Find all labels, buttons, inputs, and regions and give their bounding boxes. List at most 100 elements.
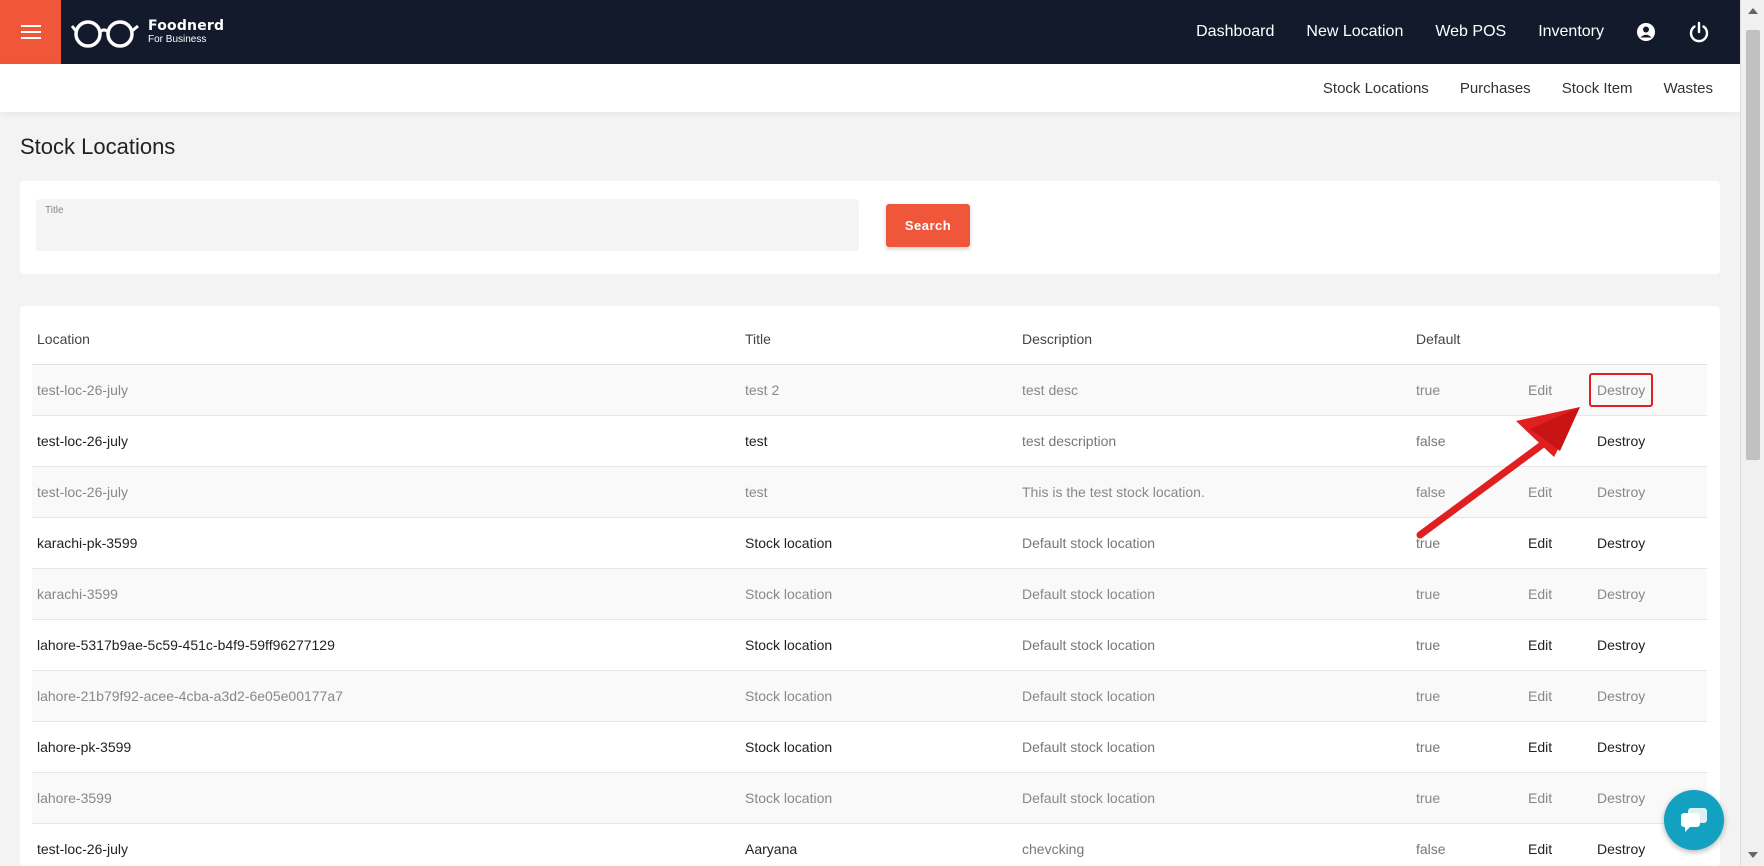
glasses-logo-icon (70, 20, 139, 48)
cell-title: Stock location (740, 721, 1017, 773)
cell-location: test-loc-26-july (32, 823, 740, 866)
destroy-link[interactable]: Destroy (1592, 721, 1707, 773)
cell-location: test-loc-26-july (32, 364, 740, 416)
cell-location: karachi-3599 (32, 568, 740, 620)
nav-new-location[interactable]: New Location (1306, 23, 1403, 41)
destroy-link[interactable]: Destroy (1592, 466, 1707, 518)
top-bar: Foodnerd For Business Dashboard New Loca… (0, 0, 1740, 64)
menu-icon (20, 25, 41, 39)
table-row: test-loc-26-july test test description f… (32, 415, 1707, 467)
page-scrollbar[interactable] (1740, 0, 1764, 866)
cell-location: test-loc-26-july (32, 466, 740, 518)
cell-default: true (1411, 619, 1523, 671)
edit-link[interactable]: Edit (1523, 721, 1592, 773)
cell-description: This is the test stock location. (1017, 466, 1411, 518)
brand-tagline: For Business (148, 34, 207, 45)
header-edit (1523, 306, 1592, 365)
cell-title: Stock location (740, 772, 1017, 824)
cell-description: Default stock location (1017, 670, 1411, 722)
edit-link[interactable]: Edit (1523, 823, 1592, 866)
top-nav: Dashboard New Location Web POS Inventory (1164, 0, 1710, 64)
edit-cell-empty (1523, 415, 1592, 467)
header-description: Description (1017, 306, 1411, 365)
subnav-wastes[interactable]: Wastes (1664, 80, 1713, 97)
edit-link[interactable]: Edit (1523, 670, 1592, 722)
subnav-purchases[interactable]: Purchases (1460, 80, 1531, 97)
search-button[interactable]: Search (886, 204, 970, 247)
stock-locations-table-card: Location Title Description Default test-… (20, 306, 1720, 866)
cell-default: true (1411, 517, 1523, 569)
cell-default: false (1411, 466, 1523, 518)
cell-location: karachi-pk-3599 (32, 517, 740, 569)
scroll-down-icon[interactable] (1748, 852, 1758, 858)
title-field-label: Title (45, 205, 64, 216)
cell-description: Default stock location (1017, 772, 1411, 824)
cell-title: Stock location (740, 619, 1017, 671)
menu-button[interactable] (0, 0, 61, 64)
cell-title: Aaryana (740, 823, 1017, 866)
subnav-stock-item[interactable]: Stock Item (1562, 80, 1633, 97)
cell-title: test (740, 415, 1017, 467)
power-icon[interactable] (1688, 21, 1710, 43)
table-row: lahore-21b79f92-acee-4cba-a3d2-6e05e0017… (32, 670, 1707, 722)
cell-default: true (1411, 568, 1523, 620)
brand-name: Foodnerd (148, 18, 225, 34)
sub-nav: Stock Locations Purchases Stock Item Was… (1292, 64, 1713, 112)
cell-location: lahore-21b79f92-acee-4cba-a3d2-6e05e0017… (32, 670, 740, 722)
header-default: Default (1411, 306, 1523, 365)
edit-link[interactable]: Edit (1523, 568, 1592, 620)
destroy-link[interactable]: Destroy (1592, 568, 1707, 620)
cell-description: Default stock location (1017, 517, 1411, 569)
destroy-link-highlighted[interactable]: Destroy (1589, 372, 1654, 407)
table-header-row: Location Title Description Default (32, 306, 1707, 365)
cell-description: test description (1017, 415, 1411, 467)
table-row: test-loc-26-july test This is the test s… (32, 466, 1707, 518)
title-field[interactable]: Title (36, 199, 859, 251)
cell-location: lahore-3599 (32, 772, 740, 824)
brand-logo[interactable]: Foodnerd For Business (70, 14, 224, 50)
nav-web-pos[interactable]: Web POS (1435, 23, 1506, 41)
cell-default: true (1411, 364, 1523, 416)
destroy-link[interactable]: Destroy (1592, 619, 1707, 671)
cell-default: true (1411, 721, 1523, 773)
cell-title: Stock location (740, 568, 1017, 620)
chat-icon (1681, 808, 1707, 832)
edit-link[interactable]: Edit (1523, 517, 1592, 569)
cell-title: Stock location (740, 517, 1017, 569)
cell-default: false (1411, 823, 1523, 866)
nav-inventory[interactable]: Inventory (1538, 23, 1604, 41)
stock-locations-table: Location Title Description Default test-… (32, 306, 1707, 866)
destroy-link[interactable]: Destroy (1592, 415, 1707, 467)
page-title: Stock Locations (20, 134, 176, 159)
cell-location: lahore-pk-3599 (32, 721, 740, 773)
header-location: Location (32, 306, 740, 365)
table-row: karachi-3599 Stock location Default stoc… (32, 568, 1707, 620)
cell-description: chevcking (1017, 823, 1411, 866)
chat-button[interactable] (1664, 790, 1724, 850)
edit-link[interactable]: Edit (1523, 619, 1592, 671)
nav-dashboard[interactable]: Dashboard (1196, 23, 1274, 41)
edit-link[interactable]: Edit (1523, 364, 1592, 416)
cell-title: test (740, 466, 1017, 518)
cell-default: true (1411, 772, 1523, 824)
destroy-cell: Destroy (1589, 364, 1707, 416)
table-row: lahore-pk-3599 Stock location Default st… (32, 721, 1707, 773)
sub-nav-bar: Stock Locations Purchases Stock Item Was… (0, 64, 1740, 112)
cell-location: lahore-5317b9ae-5c59-451c-b4f9-59ff96277… (32, 619, 740, 671)
account-icon[interactable] (1636, 22, 1656, 42)
destroy-link[interactable]: Destroy (1592, 517, 1707, 569)
cell-description: Default stock location (1017, 721, 1411, 773)
scroll-up-icon[interactable] (1748, 8, 1758, 14)
scrollbar-thumb[interactable] (1746, 30, 1760, 460)
cell-title: Stock location (740, 670, 1017, 722)
title-input[interactable] (45, 221, 845, 245)
cell-description: Default stock location (1017, 619, 1411, 671)
subnav-stock-locations[interactable]: Stock Locations (1323, 80, 1429, 97)
table-row: lahore-3599 Stock location Default stock… (32, 772, 1707, 824)
table-row: test-loc-26-july Aaryana chevcking false… (32, 823, 1707, 866)
destroy-link[interactable]: Destroy (1592, 670, 1707, 722)
edit-link[interactable]: Edit (1523, 466, 1592, 518)
cell-description: test desc (1017, 364, 1411, 416)
edit-link[interactable]: Edit (1523, 772, 1592, 824)
table-row: karachi-pk-3599 Stock location Default s… (32, 517, 1707, 569)
